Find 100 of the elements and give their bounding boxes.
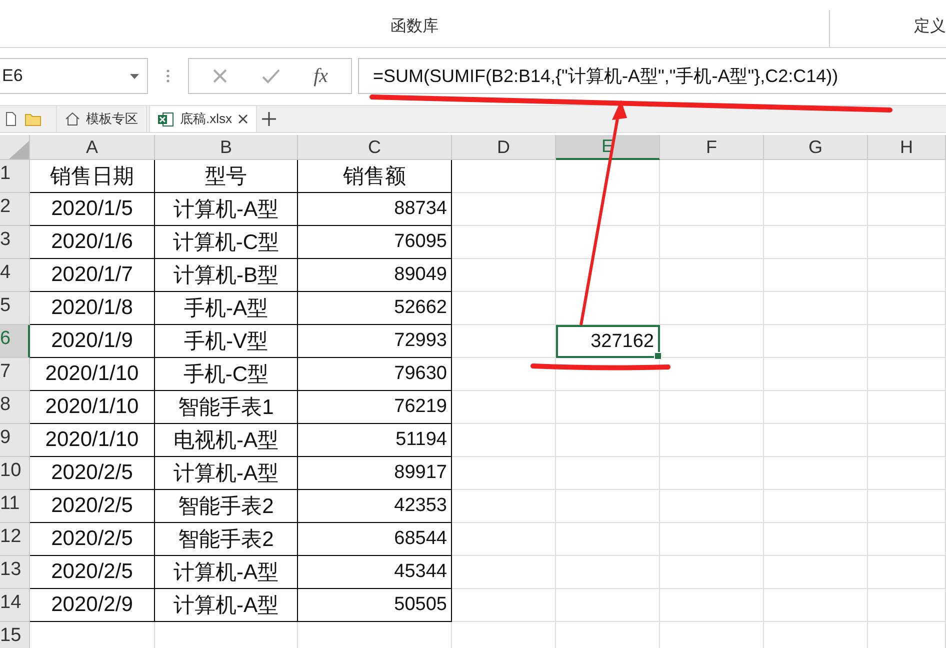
empty-cell[interactable] <box>556 457 660 490</box>
row-header[interactable]: 4 <box>0 259 30 292</box>
empty-cell[interactable] <box>868 391 946 424</box>
plus-icon[interactable] <box>262 112 276 126</box>
row-header[interactable]: 5 <box>0 292 30 325</box>
empty-cell[interactable] <box>452 556 556 589</box>
empty-cell[interactable] <box>452 292 556 325</box>
empty-cell[interactable] <box>868 226 946 259</box>
empty-cell[interactable] <box>452 325 556 358</box>
empty-cell[interactable] <box>452 193 556 226</box>
empty-cell[interactable] <box>764 523 868 556</box>
file-tab[interactable]: 底稿.xlsx <box>149 106 257 132</box>
empty-cell[interactable] <box>556 424 660 457</box>
row-header[interactable]: 11 <box>0 490 30 523</box>
active-cell[interactable]: 327162 <box>556 325 660 358</box>
document-icon[interactable] <box>6 112 16 126</box>
empty-cell[interactable] <box>556 193 660 226</box>
empty-cell[interactable] <box>764 556 868 589</box>
column-header[interactable]: C <box>298 135 452 160</box>
empty-cell[interactable] <box>556 589 660 622</box>
folder-icon[interactable] <box>25 112 41 126</box>
empty-cell[interactable] <box>660 490 764 523</box>
empty-cell[interactable] <box>868 160 946 193</box>
empty-cell[interactable] <box>660 391 764 424</box>
row-header[interactable]: 9 <box>0 424 30 457</box>
row-header[interactable]: 12 <box>0 523 30 556</box>
empty-cell[interactable] <box>660 226 764 259</box>
empty-cell[interactable] <box>660 457 764 490</box>
row-header[interactable]: 8 <box>0 391 30 424</box>
empty-cell[interactable] <box>764 424 868 457</box>
empty-cell[interactable] <box>764 589 868 622</box>
empty-cell[interactable] <box>868 259 946 292</box>
empty-cell[interactable] <box>452 160 556 193</box>
empty-cell[interactable] <box>660 259 764 292</box>
column-header[interactable]: D <box>452 135 556 160</box>
empty-cell[interactable] <box>452 259 556 292</box>
empty-cell[interactable] <box>452 589 556 622</box>
row-header[interactable]: 15 <box>0 622 30 648</box>
empty-cell[interactable] <box>452 490 556 523</box>
row-header[interactable]: 14 <box>0 589 30 622</box>
empty-cell[interactable] <box>764 193 868 226</box>
empty-cell[interactable] <box>868 292 946 325</box>
insert-function-button[interactable]: fx <box>314 64 328 88</box>
empty-cell[interactable] <box>660 292 764 325</box>
empty-cell[interactable] <box>764 292 868 325</box>
empty-cell[interactable] <box>556 556 660 589</box>
empty-cell[interactable] <box>660 589 764 622</box>
row-header[interactable]: 10 <box>0 457 30 490</box>
check-icon[interactable] <box>262 68 280 84</box>
empty-cell[interactable] <box>868 424 946 457</box>
empty-cell[interactable] <box>868 457 946 490</box>
empty-cell[interactable] <box>764 358 868 391</box>
empty-cell[interactable] <box>660 160 764 193</box>
close-icon[interactable] <box>238 114 248 124</box>
empty-cell[interactable] <box>660 556 764 589</box>
cancel-icon[interactable] <box>212 68 228 84</box>
name-box[interactable]: E6 <box>0 58 148 94</box>
column-header[interactable]: F <box>660 135 764 160</box>
empty-cell[interactable] <box>660 424 764 457</box>
empty-cell[interactable] <box>868 358 946 391</box>
empty-cell[interactable] <box>868 523 946 556</box>
row-header[interactable]: 6 <box>0 325 30 358</box>
empty-cell[interactable] <box>452 358 556 391</box>
empty-cell[interactable] <box>556 523 660 556</box>
column-header[interactable]: H <box>868 135 946 160</box>
row-header[interactable]: 3 <box>0 226 30 259</box>
empty-cell[interactable] <box>556 160 660 193</box>
empty-cell[interactable] <box>452 226 556 259</box>
empty-cell[interactable] <box>868 490 946 523</box>
formula-field[interactable]: =SUM(SUMIF(B2:B14,{"计算机-A型","手机-A型"},C2:C14)) <box>358 58 946 94</box>
drag-handle-icon[interactable] <box>166 69 170 83</box>
row-header[interactable]: 13 <box>0 556 30 589</box>
empty-cell[interactable] <box>556 391 660 424</box>
empty-cell[interactable] <box>764 391 868 424</box>
empty-cell[interactable] <box>452 424 556 457</box>
empty-cell[interactable] <box>556 292 660 325</box>
empty-cell[interactable] <box>868 589 946 622</box>
empty-cell[interactable] <box>764 457 868 490</box>
empty-cell[interactable] <box>660 325 764 358</box>
empty-cell[interactable] <box>660 193 764 226</box>
empty-cell[interactable] <box>764 325 868 358</box>
empty-cell[interactable] <box>452 523 556 556</box>
empty-cell[interactable] <box>868 556 946 589</box>
row-header[interactable]: 7 <box>0 358 30 391</box>
triangle-icon[interactable] <box>9 141 29 159</box>
empty-cell[interactable] <box>556 358 660 391</box>
empty-cell[interactable] <box>764 226 868 259</box>
empty-cell[interactable] <box>660 523 764 556</box>
select-all-corner[interactable] <box>0 135 30 160</box>
empty-cell[interactable] <box>868 325 946 358</box>
empty-cell[interactable] <box>452 457 556 490</box>
empty-cell[interactable] <box>764 259 868 292</box>
row-header[interactable]: 1 <box>0 160 30 193</box>
column-header[interactable]: G <box>764 135 868 160</box>
column-header[interactable]: B <box>155 135 298 160</box>
row-header[interactable]: 2 <box>0 193 30 226</box>
column-header[interactable]: A <box>30 135 155 160</box>
empty-cell[interactable] <box>764 490 868 523</box>
empty-cell[interactable] <box>764 160 868 193</box>
empty-cell[interactable] <box>556 259 660 292</box>
